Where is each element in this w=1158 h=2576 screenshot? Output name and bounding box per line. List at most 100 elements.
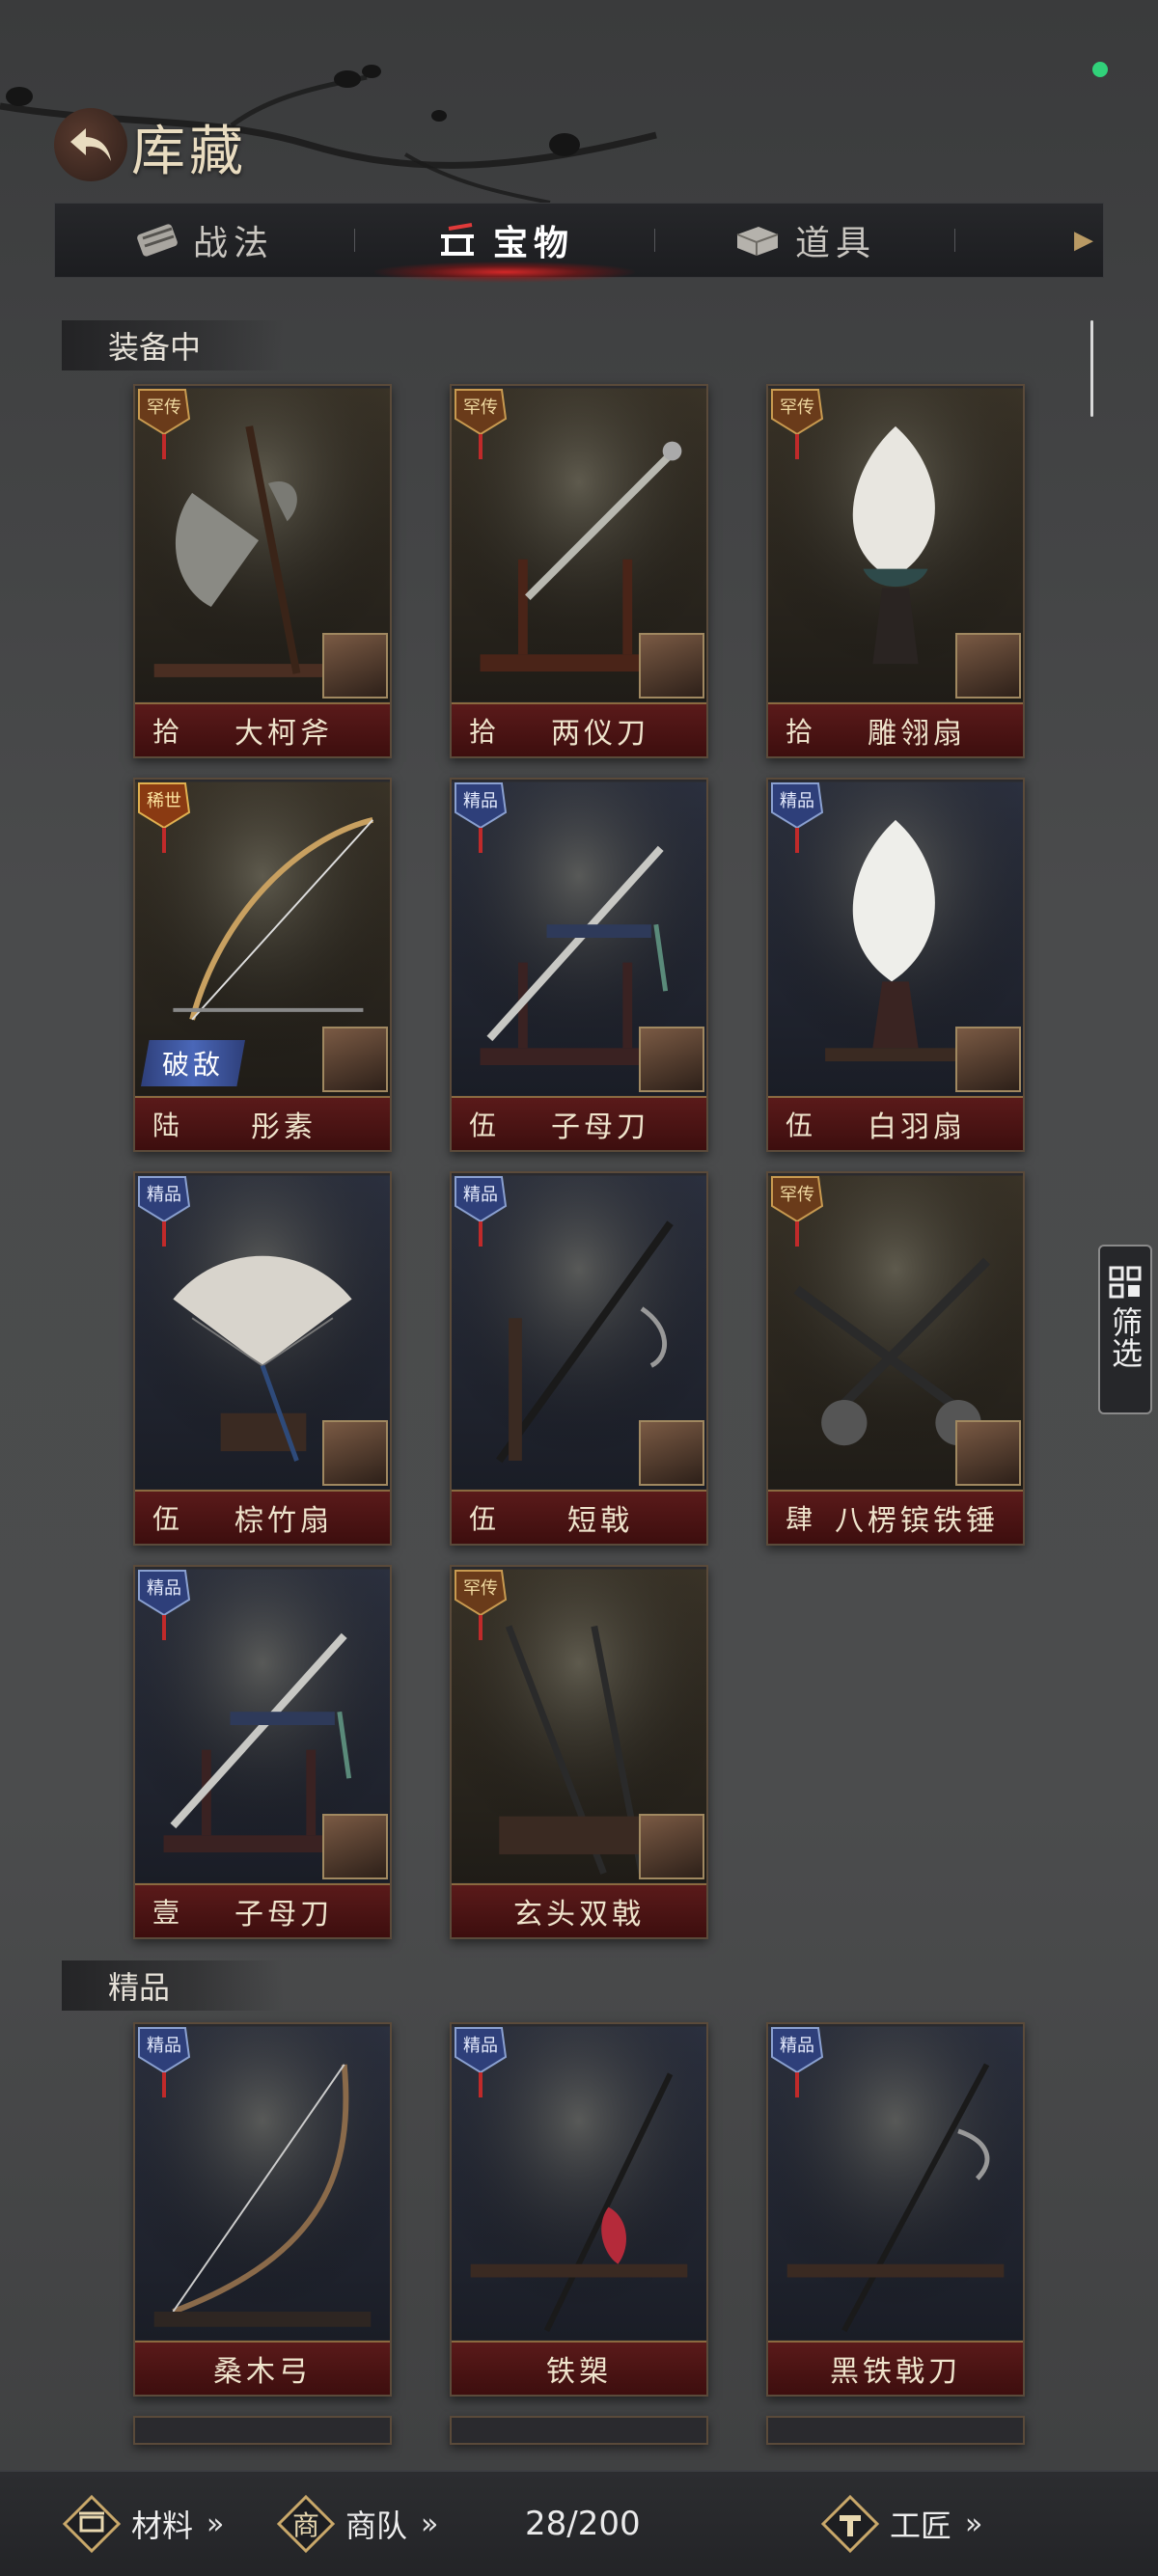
svg-text:精品: 精品 <box>463 2036 498 2056</box>
tab-items[interactable]: 道具 <box>655 204 954 277</box>
rarity-badge-icon: 精品 <box>455 782 508 853</box>
item-level: 陆 <box>152 1110 179 1141</box>
avatar <box>322 1420 388 1486</box>
craftsman-label: 工匠 <box>890 2507 952 2544</box>
rarity-badge-icon: 罕传 <box>771 389 824 459</box>
rarity-badge-icon: 罕传 <box>455 389 508 459</box>
treasure-card[interactable]: 罕传 拾 雕翎扇 <box>766 384 1025 758</box>
tab-tactics[interactable]: 战法 <box>55 204 354 277</box>
bottom-bar: 材料 » 商 商队 » 28/200 工匠 » <box>0 2470 1158 2576</box>
treasure-card[interactable]: 精品 壹 子母刀 <box>133 1565 392 1939</box>
svg-text:稀世: 稀世 <box>147 791 181 811</box>
rarity-badge-icon: 稀世 <box>138 782 191 853</box>
svg-text:精品: 精品 <box>147 2036 181 2056</box>
treasure-card[interactable]: 精品 伍 白羽扇 <box>766 778 1025 1152</box>
rarity-badge-icon: 精品 <box>771 2027 824 2097</box>
scroll-icon <box>137 224 178 257</box>
back-button[interactable] <box>54 108 127 181</box>
treasure-card[interactable]: 精品 伍 棕竹扇 <box>133 1171 392 1546</box>
section-header-equipped: 装备中 <box>62 320 284 370</box>
avatar <box>639 633 704 699</box>
box-icon <box>736 227 779 256</box>
item-name: 两仪刀 <box>551 717 649 751</box>
treasure-card[interactable] <box>450 2416 708 2445</box>
caravan-icon: 商 <box>276 2494 336 2554</box>
caravan-button[interactable]: 商 商队 » <box>276 2494 438 2554</box>
svg-text:精品: 精品 <box>463 1185 498 1205</box>
tab-bar: 战法 宝物 道具 ▶ <box>54 203 1104 283</box>
item-name: 棕竹扇 <box>234 1504 333 1538</box>
scrollbar[interactable] <box>1090 320 1093 417</box>
caravan-label: 商队 <box>345 2507 408 2544</box>
treasure-card[interactable]: 罕传 肆 八楞镔铁锤 <box>766 1171 1025 1546</box>
treasure-card[interactable] <box>133 2416 392 2445</box>
item-name: 大柯斧 <box>234 717 333 751</box>
craftsman-button[interactable]: 工匠 » <box>820 2494 982 2554</box>
chevron-right-icon: » <box>207 2507 225 2541</box>
avatar <box>955 1027 1021 1092</box>
materials-label: 材料 <box>131 2507 194 2544</box>
item-name: 铁槊 <box>546 2355 612 2389</box>
svg-text:罕传: 罕传 <box>463 397 498 418</box>
item-name: 彤素 <box>251 1110 317 1144</box>
item-name: 白羽扇 <box>868 1110 966 1144</box>
svg-text:精品: 精品 <box>463 791 498 811</box>
treasure-card[interactable]: 精品 铁槊 <box>450 2022 708 2397</box>
rarity-badge-icon: 精品 <box>455 1176 508 1247</box>
svg-text:罕传: 罕传 <box>147 397 181 418</box>
page-title: 库藏 <box>131 121 247 183</box>
rarity-badge-icon: 罕传 <box>138 389 191 459</box>
materials-icon <box>62 2494 122 2554</box>
treasure-card[interactable] <box>766 2416 1025 2445</box>
skill-tag: 破敌 <box>141 1040 246 1086</box>
chevron-right-icon: » <box>965 2507 983 2541</box>
item-level: 拾 <box>152 716 179 748</box>
item-name: 桑木弓 <box>213 2355 312 2389</box>
materials-button[interactable]: 材料 » <box>62 2494 224 2554</box>
grid-icon <box>1109 1266 1142 1299</box>
treasure-card[interactable]: 罕传 玄头双戟 <box>450 1565 708 1939</box>
item-name: 雕翎扇 <box>868 717 966 751</box>
avatar <box>639 1420 704 1486</box>
rarity-badge-icon: 罕传 <box>771 1176 824 1247</box>
tab-divider <box>954 229 955 252</box>
item-level: 拾 <box>785 716 813 748</box>
tab-treasures[interactable]: 宝物 <box>355 204 654 283</box>
item-level: 伍 <box>152 1503 179 1535</box>
item-name: 八楞镔铁锤 <box>835 1504 999 1538</box>
filter-button[interactable]: 筛选 <box>1098 1245 1152 1414</box>
item-level: 肆 <box>785 1503 813 1535</box>
tab-scroll-right-icon[interactable]: ▶ <box>1064 204 1103 277</box>
tab-label: 战法 <box>192 224 274 263</box>
svg-text:罕传: 罕传 <box>780 397 814 418</box>
item-name: 子母刀 <box>234 1898 333 1932</box>
weapon-rack-icon <box>440 223 474 256</box>
treasure-card[interactable]: 精品 伍 短戟 <box>450 1171 708 1546</box>
treasure-card[interactable]: 罕传 拾 两仪刀 <box>450 384 708 758</box>
svg-text:罕传: 罕传 <box>780 1185 814 1205</box>
rarity-badge-icon: 精品 <box>138 1176 191 1247</box>
rarity-badge-icon: 精品 <box>138 1570 191 1640</box>
avatar <box>322 1027 388 1092</box>
svg-text:商: 商 <box>292 2509 319 2541</box>
item-name: 子母刀 <box>551 1110 649 1144</box>
treasure-card[interactable]: 精品 黑铁戟刀 <box>766 2022 1025 2397</box>
avatar <box>639 1027 704 1092</box>
svg-text:罕传: 罕传 <box>463 1578 498 1599</box>
treasure-card[interactable]: 稀世 破敌 陆 彤素 <box>133 778 392 1152</box>
craftsman-icon <box>820 2494 880 2554</box>
item-name: 玄头双戟 <box>513 1898 645 1932</box>
rarity-badge-icon: 精品 <box>138 2027 191 2097</box>
tab-label: 宝物 <box>492 223 574 263</box>
item-level: 壹 <box>152 1897 179 1929</box>
section-header-fine: 精品 <box>62 1960 284 2011</box>
section-title: 装备中 <box>108 329 202 366</box>
treasure-card[interactable]: 罕传 拾 大柯斧 <box>133 384 392 758</box>
item-level: 伍 <box>468 1110 496 1141</box>
avatar <box>955 1420 1021 1486</box>
treasure-card[interactable]: 精品 伍 子母刀 <box>450 778 708 1152</box>
status-dot <box>1092 62 1108 77</box>
treasure-card[interactable]: 精品 桑木弓 <box>133 2022 392 2397</box>
avatar <box>322 1814 388 1879</box>
svg-text:精品: 精品 <box>780 791 814 811</box>
